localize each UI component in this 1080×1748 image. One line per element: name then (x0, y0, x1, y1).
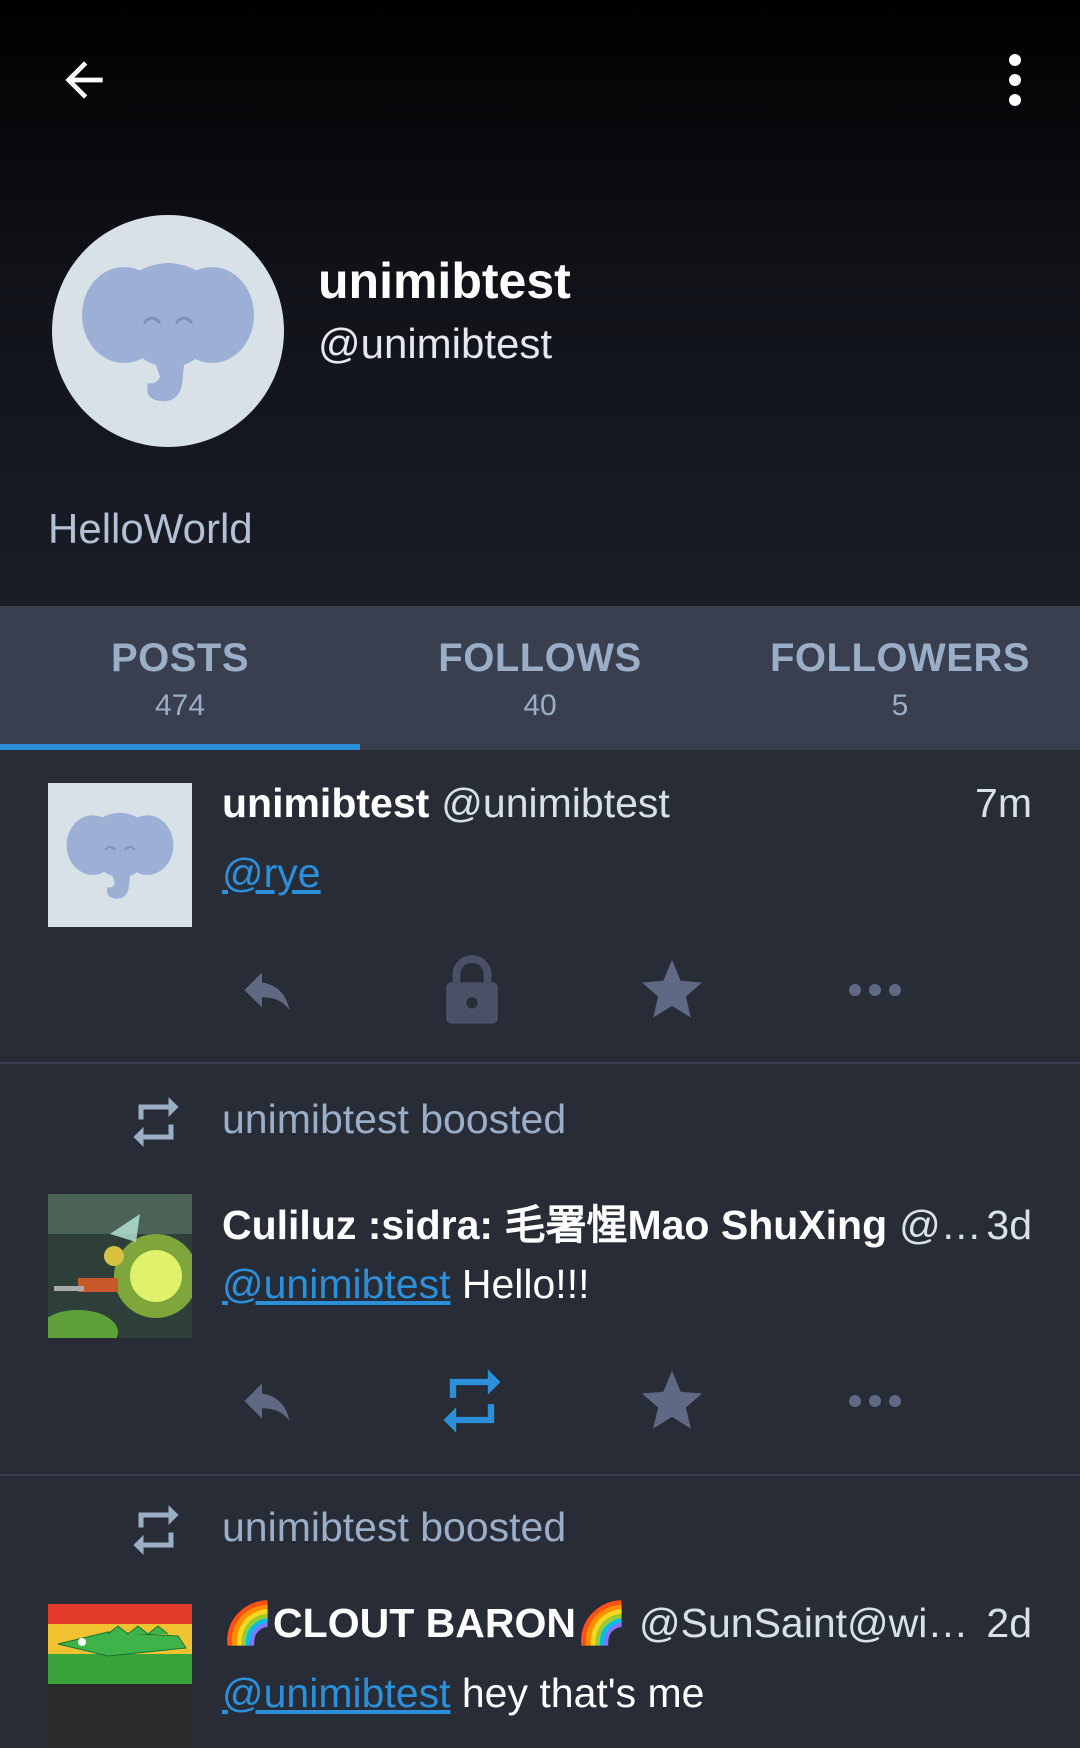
boost-disabled-button[interactable] (427, 945, 517, 1035)
boost-icon (443, 1369, 501, 1433)
boost-indicator: unimibtest boosted (0, 1490, 1080, 1570)
favourite-button[interactable] (627, 1356, 717, 1446)
back-button[interactable] (40, 40, 128, 120)
profile-header: unimibtest @unimibtest HelloWorld (0, 0, 1080, 606)
boost-button-active[interactable] (427, 1356, 517, 1446)
star-icon (642, 1371, 702, 1429)
post-header: Culiluz :sidra: 毛署惺Mao ShuXing @X… 3d (222, 1191, 1032, 1251)
post-author-name[interactable]: unimibtest (222, 780, 429, 827)
reply-icon (244, 972, 290, 1010)
profile-account-handle: @unimibtest (318, 320, 553, 367)
post-text: hey that's me (450, 1670, 705, 1716)
post-timestamp: 7m (975, 780, 1032, 826)
post-avatar[interactable] (48, 783, 192, 927)
more-actions-button[interactable] (830, 945, 920, 1035)
favourite-button[interactable] (627, 945, 717, 1035)
reply-button[interactable] (222, 945, 312, 1035)
post-actions (222, 945, 1002, 1035)
mention-link[interactable]: @rye (222, 850, 321, 896)
reply-button[interactable] (222, 1356, 312, 1446)
post-content: @unimibtest Hello!!! (222, 1261, 589, 1308)
post-header: 🌈CLOUT BARON🌈 @SunSaint@wit… 2d (222, 1600, 1032, 1648)
elephant-avatar-icon (66, 812, 174, 899)
lock-icon (446, 955, 498, 1024)
post-content: @unimibtest hey that's me (222, 1670, 704, 1717)
boost-indicator: unimibtest boosted (0, 1082, 1080, 1162)
tab-label: FOLLOWERS (769, 636, 1031, 680)
arrow-left-icon (65, 61, 103, 99)
mention-link[interactable]: @unimibtest (222, 1261, 450, 1307)
status-item[interactable]: unimibtest @unimibtest 7m @rye (0, 750, 1080, 1064)
tab-label: FOLLOWS (438, 636, 642, 680)
boost-label: unimibtest boosted (222, 1096, 567, 1142)
post-content: @rye (222, 850, 321, 897)
post-author-name[interactable]: 🌈CLOUT BARON🌈 (222, 1600, 627, 1648)
tab-count: 5 (891, 689, 909, 722)
tab-posts[interactable]: POSTS 474 (0, 606, 360, 750)
post-avatar[interactable] (48, 1194, 192, 1338)
boost-icon (133, 1505, 179, 1555)
profile-bio: HelloWorld (48, 505, 253, 552)
tab-label: POSTS (110, 636, 250, 680)
tab-followers[interactable]: FOLLOWERS 5 (720, 606, 1080, 750)
crocodile-avatar-icon (48, 1604, 192, 1748)
ellipsis-icon (849, 1395, 901, 1407)
boost-label: unimibtest boosted (222, 1504, 567, 1550)
star-icon (642, 960, 702, 1018)
status-item[interactable]: unimibtest boosted 🌈CLOUT BARON🌈 @SunSai… (0, 1476, 1080, 1748)
post-author-handle[interactable]: @X… (899, 1202, 978, 1249)
post-header: unimibtest @unimibtest 7m (222, 780, 1032, 827)
elephant-avatar-icon (82, 263, 254, 402)
post-avatar[interactable] (48, 1604, 192, 1748)
post-actions (222, 1356, 1002, 1446)
tab-follows[interactable]: FOLLOWS 40 (360, 606, 720, 750)
boost-icon (133, 1097, 179, 1147)
post-author-handle[interactable]: @unimibtest (441, 780, 967, 827)
post-author-handle[interactable]: @SunSaint@wit… (639, 1600, 978, 1647)
profile-display-name: unimibtest (318, 253, 571, 309)
firefly-avatar-icon (48, 1194, 192, 1338)
more-actions-button[interactable] (830, 1356, 920, 1446)
mention-link[interactable]: @unimibtest (222, 1670, 450, 1716)
overflow-menu-button[interactable] (975, 40, 1055, 120)
ellipsis-icon (849, 984, 901, 996)
post-text: Hello!!! (450, 1261, 590, 1307)
reply-icon (244, 1383, 290, 1421)
profile-tabs: POSTS 474 FOLLOWS 40 FOLLOWERS 5 (0, 606, 1080, 750)
post-author-name[interactable]: Culiluz :sidra: 毛署惺Mao ShuXing (222, 1191, 887, 1251)
post-timestamp: 3d (986, 1202, 1032, 1248)
more-vertical-icon (1009, 54, 1021, 106)
tab-count: 474 (154, 689, 206, 722)
tab-count: 40 (523, 689, 557, 722)
post-timestamp: 2d (986, 1600, 1032, 1646)
status-item[interactable]: unimibtest boosted Culiluz :sidra: 毛署惺Ma… (0, 1064, 1080, 1476)
profile-avatar[interactable] (52, 215, 284, 447)
